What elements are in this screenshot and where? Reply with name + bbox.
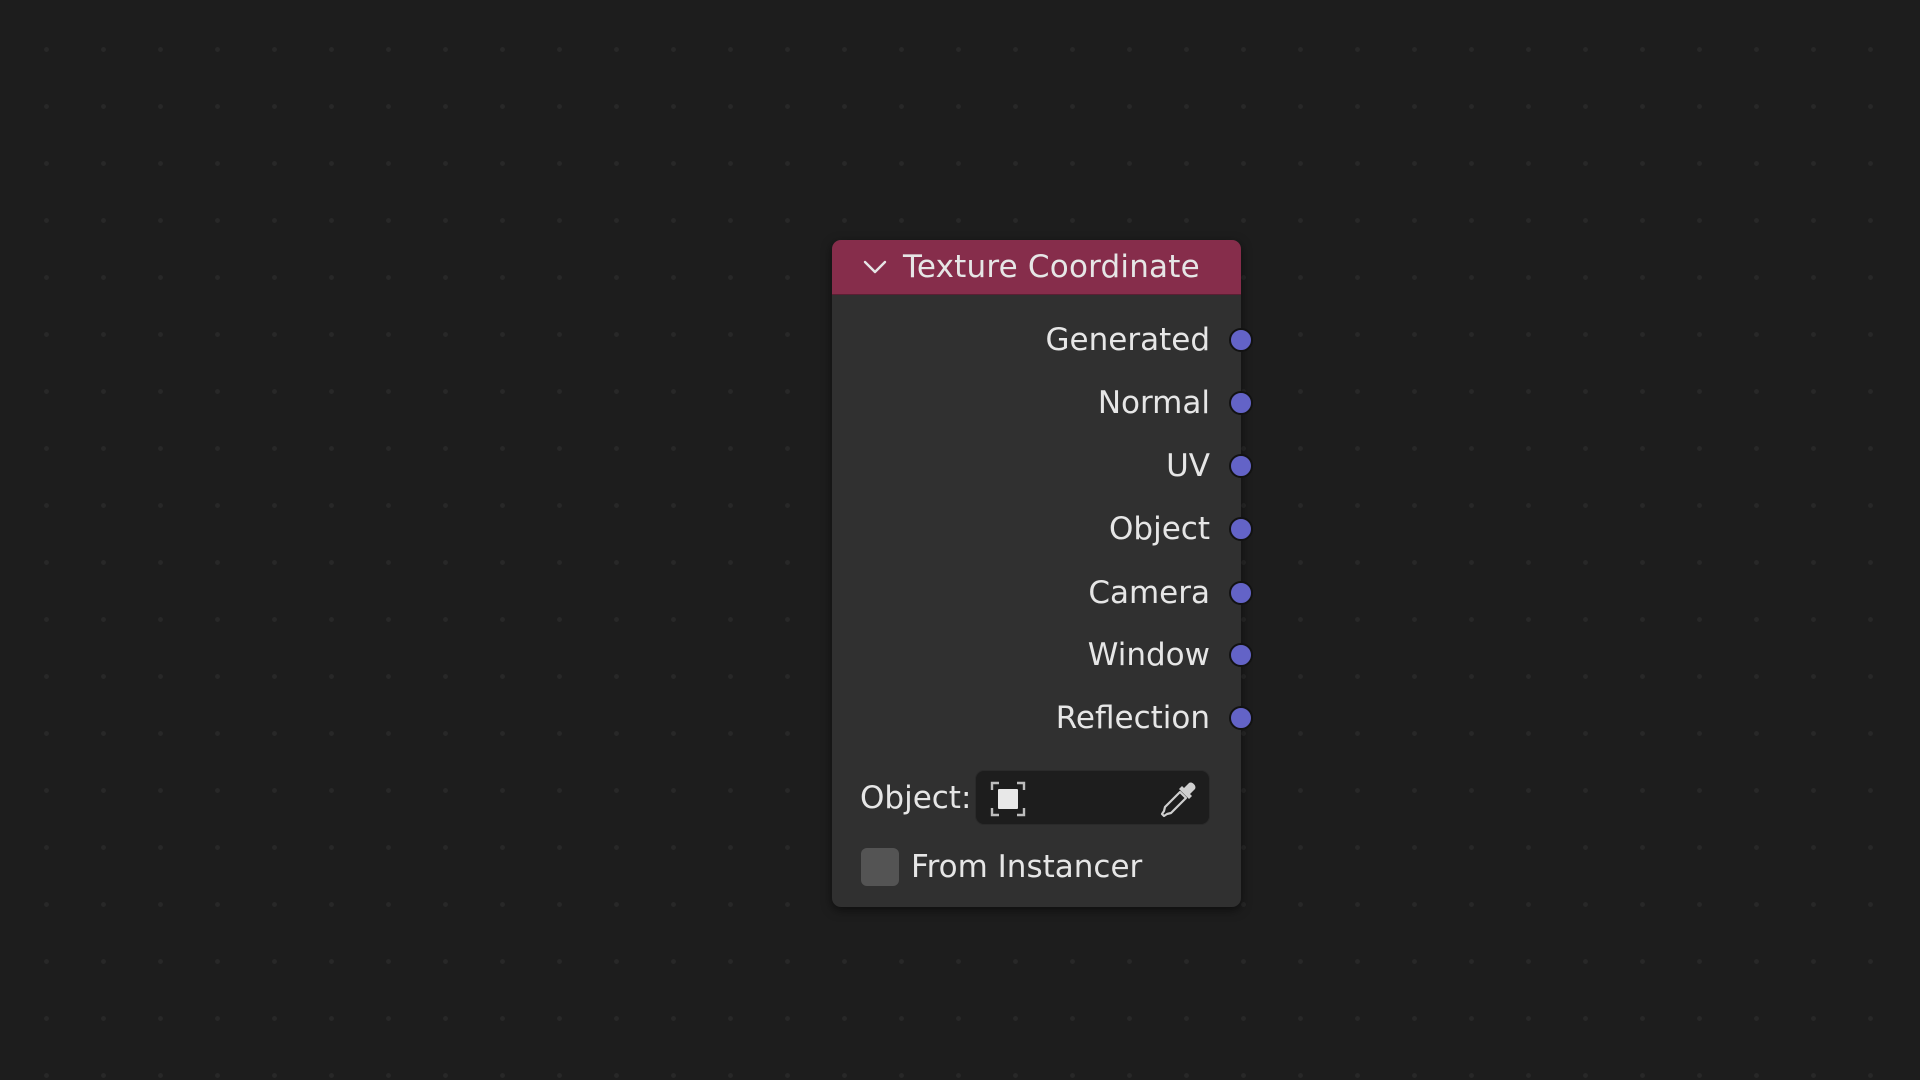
output-socket[interactable] xyxy=(1229,643,1253,667)
output-label: Window xyxy=(1087,637,1210,673)
object-label: Object: xyxy=(860,780,972,816)
eyedropper-icon[interactable] xyxy=(1159,779,1199,819)
output-socket[interactable] xyxy=(1229,328,1253,352)
from-instancer-row[interactable]: From Instancer xyxy=(861,847,1211,887)
object-property-row: Object: xyxy=(860,770,1230,826)
output-socket[interactable] xyxy=(1229,454,1253,478)
output-socket[interactable] xyxy=(1229,581,1253,605)
node-editor-canvas[interactable]: Texture Coordinate Generated Normal UV O… xyxy=(0,0,1920,1080)
output-socket[interactable] xyxy=(1229,706,1253,730)
texture-coordinate-node[interactable]: Texture Coordinate Generated Normal UV O… xyxy=(832,240,1253,907)
output-socket[interactable] xyxy=(1229,391,1253,415)
output-window: Window xyxy=(832,635,1253,675)
output-label: Normal xyxy=(1097,385,1210,421)
output-normal: Normal xyxy=(832,383,1253,423)
node-header[interactable]: Texture Coordinate xyxy=(832,240,1241,295)
from-instancer-checkbox[interactable] xyxy=(861,848,899,886)
chevron-down-icon[interactable] xyxy=(862,254,888,280)
output-generated: Generated xyxy=(832,320,1253,360)
output-label: UV xyxy=(1166,448,1210,484)
output-label: Reflection xyxy=(1055,700,1210,736)
output-object: Object xyxy=(832,509,1253,549)
output-label: Camera xyxy=(1088,575,1210,611)
from-instancer-label: From Instancer xyxy=(911,849,1143,885)
output-socket[interactable] xyxy=(1229,517,1253,541)
object-selector-field[interactable] xyxy=(975,770,1210,825)
output-camera: Camera xyxy=(832,573,1253,613)
output-uv: UV xyxy=(832,446,1253,486)
output-label: Generated xyxy=(1045,322,1210,358)
object-data-icon xyxy=(990,781,1026,817)
output-reflection: Reflection xyxy=(832,698,1253,738)
output-label: Object xyxy=(1109,511,1210,547)
node-title: Texture Coordinate xyxy=(903,249,1200,285)
